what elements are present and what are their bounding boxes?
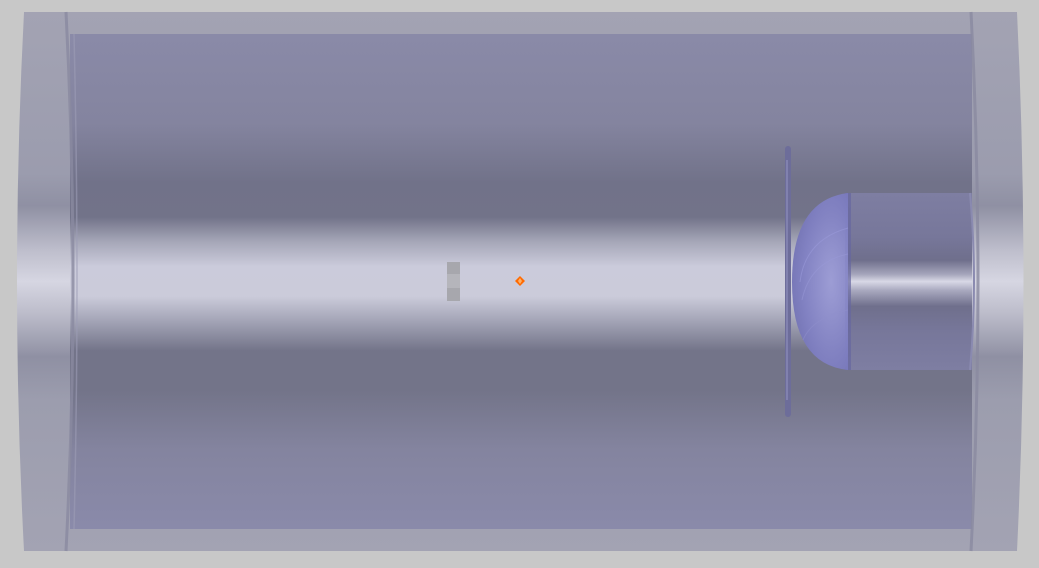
detector-cylinder[interactable]: [845, 192, 975, 371]
scene-canvas[interactable]: [0, 0, 1039, 568]
3d-viewport[interactable]: [0, 0, 1039, 568]
aperture-disk[interactable]: [785, 146, 791, 417]
small-block[interactable]: [447, 262, 460, 301]
